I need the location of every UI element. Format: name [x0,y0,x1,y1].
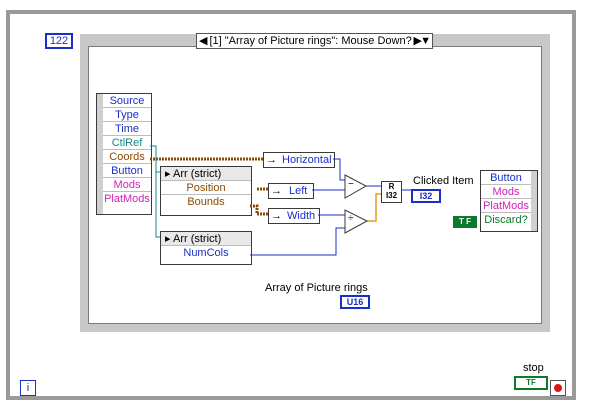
iteration-label: i [26,382,30,394]
output-platmods-terminal: PlatMods [481,199,531,213]
output-mods-terminal: Mods [481,185,531,199]
convert-node: R I32 [381,181,402,203]
event-output-node: Button Mods PlatMods Discard? [480,170,538,232]
divide-operator: ÷ [348,213,354,224]
clicked-item-type: I32 [419,191,433,201]
stop-type: TF [526,378,536,387]
loop-condition-icon [550,380,566,396]
array-control[interactable]: U16 [340,295,370,309]
array-type: U16 [346,297,364,307]
clicked-item-label: Clicked Item [413,175,474,187]
output-discard-terminal: Discard? [484,214,528,226]
subtract-operator: − [348,179,354,190]
stop-label: stop [523,362,544,374]
stop-control[interactable]: TF [514,376,548,390]
bool-constant[interactable]: T F [453,216,477,228]
output-button-terminal: Button [481,171,531,185]
iteration-terminal: i [20,380,36,396]
array-label: Array of Picture rings [265,282,368,294]
convert-node-label: R I32 [385,182,398,200]
clicked-item-indicator[interactable]: I32 [411,189,441,203]
